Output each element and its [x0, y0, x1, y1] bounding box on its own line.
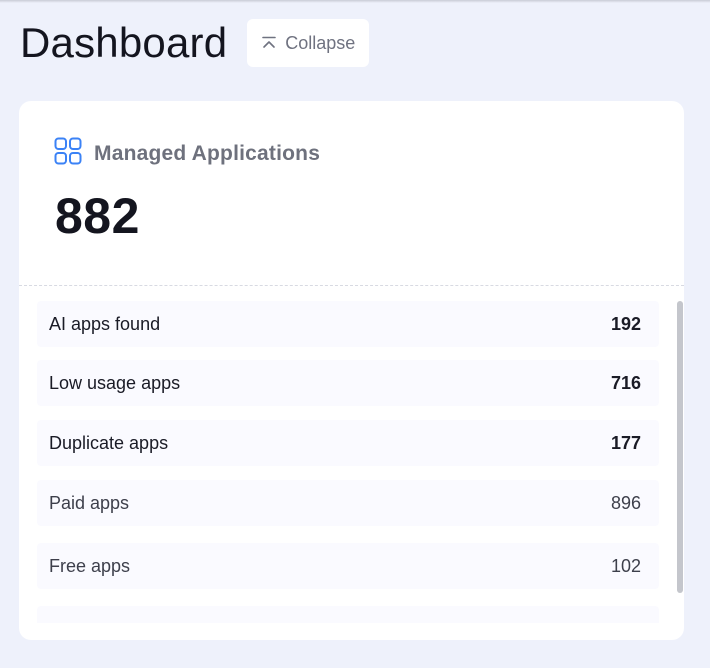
app-stats-list[interactable]: AI apps found 192 Low usage apps 716 Dup… — [37, 301, 659, 623]
card-title: Managed Applications — [94, 141, 321, 165]
list-item-value: 177 — [610, 432, 641, 453]
list-scrollbar[interactable] — [677, 301, 683, 593]
list-item-low-usage-apps[interactable]: Low usage apps 716 — [37, 360, 659, 406]
card-header: Managed Applications 882 — [19, 101, 684, 286]
managed-apps-total: 882 — [55, 188, 140, 244]
list-item-free-apps[interactable]: Free apps 102 — [37, 543, 659, 589]
list-item-value: 102 — [610, 555, 641, 576]
list-item-ai-apps[interactable]: AI apps found 192 — [37, 301, 659, 347]
grid-icon — [54, 137, 82, 170]
page-header: Dashboard Collapse — [20, 18, 370, 68]
collapse-label: Collapse — [285, 32, 356, 53]
list-item-partial[interactable] — [37, 606, 659, 623]
managed-applications-card: Managed Applications 882 AI apps found 1… — [19, 101, 684, 640]
list-item-value: 192 — [610, 313, 641, 334]
list-item-label: Duplicate apps — [49, 432, 169, 453]
top-edge-shadow — [0, 0, 710, 3]
collapse-button[interactable]: Collapse — [247, 19, 370, 67]
list-item-value: 716 — [610, 372, 641, 393]
card-title-row: Managed Applications — [54, 137, 320, 170]
list-item-label: Paid apps — [49, 492, 130, 513]
page-title: Dashboard — [20, 19, 228, 66]
list-item-label: Free apps — [49, 555, 131, 576]
list-item-label: Low usage apps — [49, 372, 181, 393]
list-item-paid-apps[interactable]: Paid apps 896 — [37, 480, 659, 526]
list-item-value: 896 — [610, 492, 641, 513]
collapse-icon — [261, 35, 277, 51]
list-item-label: AI apps found — [49, 313, 161, 334]
list-item-duplicate-apps[interactable]: Duplicate apps 177 — [37, 420, 659, 466]
